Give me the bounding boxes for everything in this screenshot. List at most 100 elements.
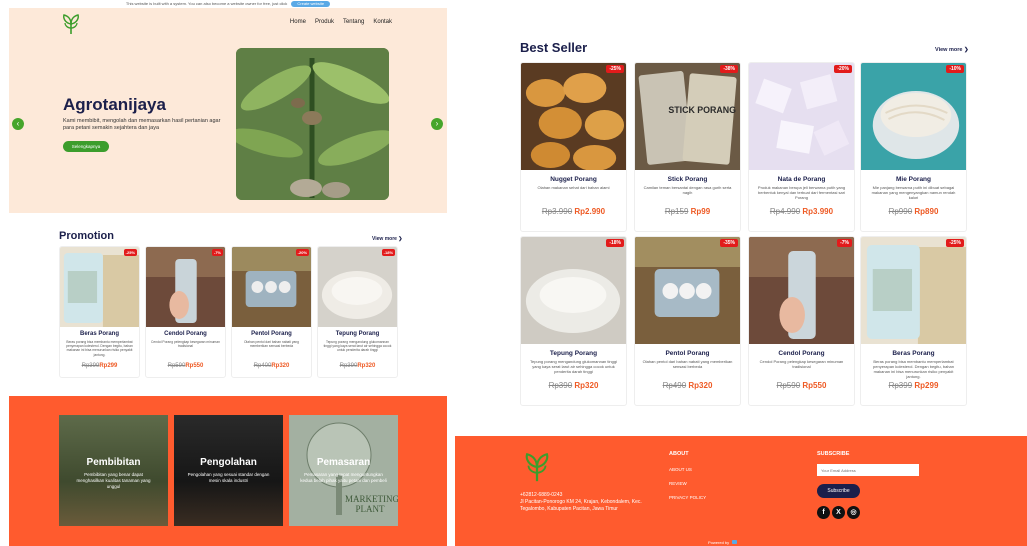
discount-badge: -25% [946,239,964,247]
footer-subscribe-heading: SUBSCRIBE [817,451,850,457]
promotion-card-cendol-porang[interactable]: -7% Cendol Porang Cendol Porang pelengka… [145,246,226,378]
leaf-logo-icon[interactable] [59,12,83,36]
service-pembibitan[interactable]: Pembibitan Pembibitan yang benar dapat m… [59,415,168,526]
old-price: Rp590 [776,381,801,390]
subscribe-email-input[interactable] [817,464,919,476]
product-description: Olahan pentol dari bahan nabati yang mem… [243,340,299,349]
discount-badge: -20% [834,65,852,73]
nav-produk[interactable]: Produk [315,19,334,25]
chevron-right-icon[interactable]: › [431,118,443,130]
bestseller-card-stick-porang[interactable]: STICK PORANG -38% Stick Porang Camilan t… [634,62,741,232]
footer-link-about-us[interactable]: ABOUT US [669,467,692,472]
footer-link-privacy-policy[interactable]: PRIVACY POLICY [669,495,706,500]
pentol-porang-image [635,237,740,344]
promotion-card-tepung-porang[interactable]: -18% Tepung Porang Tepung porang mengand… [317,246,398,378]
facebook-icon[interactable]: f [817,506,830,519]
builder-notice: This website is built with a system. You… [9,0,447,8]
product-name: Pentol Porang [665,350,710,357]
new-price: Rp320 [688,381,713,390]
old-price: Rp399 [888,381,913,390]
discount-badge: -20% [295,249,309,256]
footer-contact: +62812-6889-0243 Jl Pacitan-Ponorogo KM … [520,492,665,513]
new-price: Rp550 [802,381,827,390]
bestseller-card-beras-porang[interactable]: -25% Beras Porang Beras porang bisa memb… [860,236,967,406]
product-price: Rp390 Rp320 [521,381,626,390]
discount-badge: -18% [381,249,395,256]
subscribe-button[interactable]: Subscribe [817,484,860,498]
old-price: Rp4.990 [769,207,801,216]
social-links: f X ◎ [817,506,860,519]
create-website-button[interactable]: Create website [291,1,331,7]
builder-notice-text: This website is built with a system. You… [125,1,288,6]
bestseller-card-nata-de-porang[interactable]: -20% Nata de Porang Produk makanan berup… [748,62,855,232]
product-name: Nata de Porang [777,176,826,183]
bestseller-card-tepung-porang[interactable]: -18% Tepung Porang Tepung porang mengand… [520,236,627,406]
product-price: Rp390Rp320 [318,363,397,369]
new-price: Rp550 [185,363,204,369]
product-description: Camilan teman bersantai dengan rasa guri… [643,185,732,195]
product-price: Rp399 Rp299 [861,381,966,390]
marketing-line-2: PLANT [355,504,385,514]
footer-link-review[interactable]: REVIEW [669,481,687,486]
x-twitter-icon[interactable]: X [832,506,845,519]
chevron-left-icon[interactable]: ‹ [12,118,24,130]
product-price: Rp159 Rp99 [635,207,740,216]
cendol-porang-image [749,237,854,344]
bestseller-card-mie-porang[interactable]: -10% Mie Porang Mie panjang berwarna put… [860,62,967,232]
product-name: Cendol Porang [778,350,825,357]
old-price: Rp390 [548,381,573,390]
discount-badge: -7% [211,249,223,256]
promotion-card-pentol-porang[interactable]: -20% Pentol Porang Olahan pentol dari ba… [231,246,312,378]
service-title: Pemasaran [316,457,371,468]
porang-plant-image [236,48,389,200]
discount-badge: -38% [720,65,738,73]
new-price: Rp320 [574,381,599,390]
builder-logo-icon[interactable] [732,540,738,544]
new-price: Rp320 [271,363,290,369]
product-name: Nugget Porang [550,176,597,183]
service-description: Pengolahan yang sesuai standar dengan me… [187,472,270,483]
instagram-icon[interactable]: ◎ [847,506,860,519]
discount-badge: -18% [606,239,624,247]
product-description: Cendol Porang pelengkap kesegaran minuma… [759,359,844,369]
discount-badge: -25% [606,65,624,73]
product-price: Rp4.990 Rp3.990 [749,207,854,216]
product-name: Beras Porang [79,331,119,337]
old-price: Rp490 [662,381,687,390]
product-price: Rp490 Rp320 [635,381,740,390]
promotion-card-beras-porang[interactable]: -25% Beras Porang Beras porang bisa memb… [59,246,140,378]
pentol-porang-image [232,247,311,327]
bestseller-card-pentol-porang[interactable]: -35% Pentol Porang Olahan pentol dari ba… [634,236,741,406]
service-pengolahan[interactable]: Pengolahan Pengolahan yang sesuai standa… [174,415,283,526]
site-footer: +62812-6889-0243 Jl Pacitan-Ponorogo KM … [455,436,1027,546]
tepung-porang-image [521,237,626,344]
bestseller-card-nugget-porang[interactable]: -25% Nugget Porang Olahan makanan sehat … [520,62,627,232]
product-name: Cendol Porang [164,331,207,337]
product-description: Cendol Porang pelengkap kesegaran minuma… [151,340,220,349]
bestseller-card-cendol-porang[interactable]: -7% Cendol Porang Cendol Porang pelengka… [748,236,855,406]
new-price: Rp299 [914,381,939,390]
product-price: Rp3.990 Rp2.990 [521,207,626,216]
new-price: Rp890 [914,207,939,216]
bestseller-preview: Best Seller View more ❯ -25% Nugget Pora… [455,0,1027,546]
nav-home[interactable]: Home [290,19,306,25]
product-price: Rp990 Rp890 [861,207,966,216]
product-description: Tepung porang mengandung glukomannan tin… [530,359,617,374]
footer-phone[interactable]: +62812-6889-0243 [520,492,665,499]
discount-badge: -25% [123,249,137,256]
new-price: Rp299 [99,363,118,369]
footer-about-heading: ABOUT [669,451,689,457]
bestseller-view-more-link[interactable]: View more ❯ [935,47,969,53]
nav-tentang[interactable]: Tentang [343,19,364,25]
homepage-preview: This website is built with a system. You… [9,0,447,546]
hero-more-button[interactable]: Selengkapnya [63,141,109,152]
service-pemasaran[interactable]: Pemasaran Pemasaran yang tepat menguntun… [289,415,398,526]
discount-badge: -7% [837,239,852,247]
leaf-logo-icon[interactable] [520,450,554,484]
new-price: Rp320 [357,363,376,369]
product-name: Pentol Porang [251,331,292,337]
main-nav: Home Produk Tentang Kontak [290,19,392,25]
nav-kontak[interactable]: Kontak [373,19,392,25]
promotion-view-more-link[interactable]: View more ❯ [372,236,403,242]
beras-porang-image [861,237,966,344]
